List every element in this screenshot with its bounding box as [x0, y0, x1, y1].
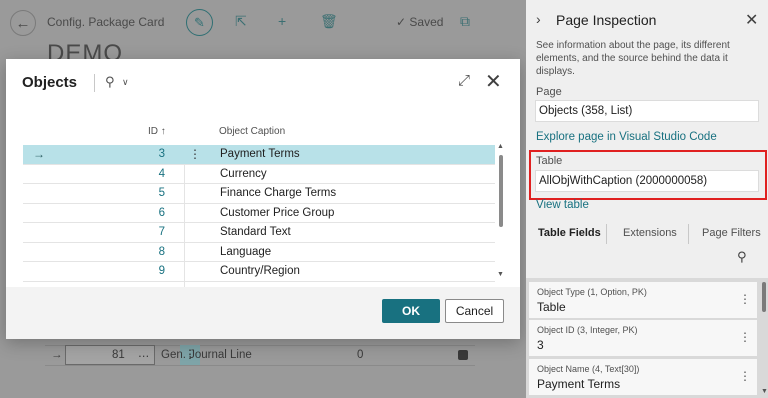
row-checkbox[interactable]: [458, 350, 468, 360]
object-id[interactable]: 4: [143, 168, 165, 180]
table-row[interactable]: 9 Country/Region: [23, 262, 495, 282]
object-id[interactable]: 8: [143, 246, 165, 258]
saved-status: ✓ Saved: [396, 15, 443, 29]
object-id[interactable]: 3: [143, 148, 165, 160]
tab-table-fields[interactable]: Table Fields: [538, 227, 601, 239]
expand-icon[interactable]: ⤢: [458, 72, 470, 89]
field-value: 3: [537, 338, 544, 352]
table-row[interactable]: → 3 ⋮ Payment Terms: [23, 145, 495, 165]
dialog-footer: OK Cancel: [6, 287, 520, 339]
search-icon[interactable]: ⚲: [737, 249, 747, 265]
row-id: 81: [112, 349, 125, 361]
inspection-tabs: Table Fields Extensions Page Filters: [526, 224, 768, 244]
scroll-down-icon[interactable]: ▼: [761, 388, 768, 395]
cancel-button[interactable]: Cancel: [445, 299, 504, 323]
open-new-window-icon[interactable]: ⧉: [460, 13, 470, 30]
row-menu-icon[interactable]: ⋮: [189, 147, 201, 161]
row-arrow-icon: →: [51, 349, 63, 361]
close-icon[interactable]: ✕: [485, 69, 502, 94]
check-icon: ✓: [396, 15, 407, 29]
chevron-down-icon[interactable]: ∨: [122, 77, 129, 88]
table-row[interactable]: 6 Customer Price Group: [23, 204, 495, 223]
scroll-up-icon[interactable]: ▲: [497, 143, 504, 150]
more-options-icon[interactable]: ⋮: [739, 292, 751, 306]
view-table-link[interactable]: View table: [536, 199, 589, 211]
object-caption: Payment Terms: [220, 148, 300, 160]
edit-pencil-icon[interactable]: ✎: [186, 9, 213, 36]
field-label: Object ID (3, Integer, PK): [537, 325, 638, 335]
page-title: Config. Package Card: [47, 15, 165, 29]
search-icon[interactable]: ⚲: [105, 74, 115, 90]
lines-grid: → 81 ⋯ ⋮ Gen. Journal Line 0: [45, 338, 475, 398]
object-caption: Customer Price Group: [220, 206, 335, 219]
add-icon[interactable]: +: [278, 13, 286, 29]
field-card[interactable]: Object Name (4, Text[30]) Payment Terms …: [529, 359, 757, 395]
row-arrow-icon: →: [33, 147, 45, 161]
field-label: Object Type (1, Option, PK): [537, 287, 647, 297]
tab-divider: [688, 224, 689, 244]
object-caption: Standard Text: [220, 226, 291, 238]
panel-title: Page Inspection: [556, 12, 657, 28]
object-caption: Finance Charge Terms: [220, 187, 337, 199]
ellipsis-icon[interactable]: ⋯: [138, 349, 150, 363]
fields-list: Object Type (1, Option, PK) Table ⋮ Obje…: [526, 278, 768, 398]
objects-list: ID ↑ Object Caption → 3 ⋮ Payment Terms 4 Cur…: [6, 117, 520, 301]
column-header-caption[interactable]: Object Caption: [219, 126, 285, 137]
ok-button[interactable]: OK: [382, 299, 440, 323]
field-card[interactable]: Object Type (1, Option, PK) Table ⋮: [529, 282, 757, 318]
table-field: AllObjWithCaption (2000000058): [535, 170, 759, 192]
id-input[interactable]: 81 ⋯: [65, 345, 155, 365]
delete-icon[interactable]: 🗑: [320, 13, 338, 30]
object-caption: Country/Region: [220, 265, 300, 277]
tab-divider: [606, 224, 607, 244]
table-row[interactable]: 4 Currency: [23, 165, 495, 184]
tab-page-filters[interactable]: Page Filters: [702, 227, 761, 239]
field-value: Payment Terms: [537, 377, 621, 391]
table-row[interactable]: 7 Standard Text: [23, 223, 495, 243]
page-label: Page: [536, 86, 562, 98]
row-caption: Gen. Journal Line: [161, 349, 252, 361]
object-id[interactable]: 9: [143, 265, 165, 277]
object-id[interactable]: 6: [143, 207, 165, 219]
table-row[interactable]: 8 Language: [23, 243, 495, 262]
column-header-id[interactable]: ID ↑: [148, 126, 166, 137]
back-arrow-icon[interactable]: ←: [10, 10, 36, 36]
saved-label: Saved: [409, 15, 444, 29]
scroll-thumb[interactable]: [762, 282, 766, 312]
scroll-down-icon[interactable]: ▼: [497, 271, 504, 278]
explore-vscode-link[interactable]: Explore page in Visual Studio Code: [536, 131, 717, 143]
close-icon[interactable]: ✕: [745, 10, 758, 30]
field-value: Table: [537, 300, 566, 314]
more-options-icon[interactable]: ⋮: [739, 369, 751, 383]
table-row[interactable]: [45, 365, 475, 385]
table-label: Table: [536, 155, 563, 167]
panel-description: See information about the page, its diff…: [536, 40, 730, 77]
page-field: Objects (358, List): [535, 100, 759, 122]
more-options-icon[interactable]: ⋮: [739, 330, 751, 344]
vertical-scrollbar[interactable]: ▲ ▼: [497, 143, 504, 278]
share-icon[interactable]: ⇱: [235, 13, 247, 30]
object-caption: Language: [220, 245, 272, 258]
table-row[interactable]: 5 Finance Charge Terms: [23, 184, 495, 204]
objects-dialog: Objects ⚲ ∨ ⤢ ✕ ID ↑ Object Caption → 3 ⋮ P…: [6, 59, 520, 339]
rows-container: → 3 ⋮ Payment Terms 4 Currency 5 Finance Charge…: [23, 145, 495, 301]
divider: [94, 74, 95, 92]
scroll-thumb[interactable]: [499, 155, 503, 227]
field-card[interactable]: Object ID (3, Integer, PK) 3 ⋮: [529, 320, 757, 356]
dialog-title: Objects: [22, 74, 78, 91]
chevron-right-icon[interactable]: ›: [536, 11, 541, 27]
tab-extensions[interactable]: Extensions: [623, 227, 677, 239]
row-value: 0: [357, 349, 364, 361]
object-id[interactable]: 5: [143, 187, 165, 199]
object-caption: Currency: [220, 167, 267, 180]
panel-scrollbar[interactable]: ▼: [760, 278, 768, 398]
page-inspection-panel: › Page Inspection ✕ See information abou…: [526, 0, 768, 398]
field-label: Object Name (4, Text[30]): [537, 364, 640, 374]
object-id[interactable]: 7: [143, 226, 165, 238]
